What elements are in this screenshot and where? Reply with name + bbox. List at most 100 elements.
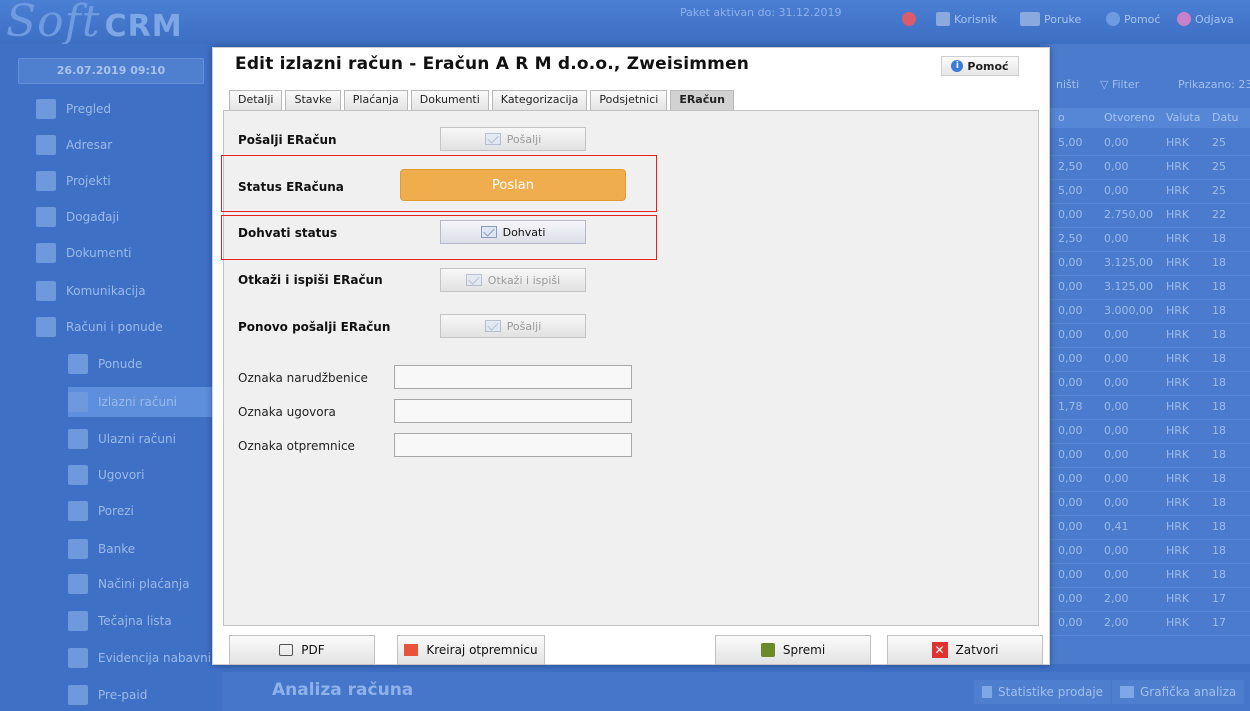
records-icon [68, 648, 88, 668]
table-cell: HRK [1166, 472, 1190, 485]
sales-stats-button[interactable]: Statistike prodaje [974, 680, 1112, 704]
nav-odjava[interactable]: Odjava [1177, 12, 1234, 26]
sidebar-item-racuni[interactable]: Računi i ponude [36, 312, 222, 342]
bank-icon [68, 539, 88, 559]
tab-placanja[interactable]: Plaćanja [343, 90, 408, 110]
tab-detalji[interactable]: Detalji [229, 90, 283, 110]
table-cell: HRK [1166, 136, 1190, 149]
alert-icon[interactable] [902, 12, 916, 26]
payment-icon [68, 574, 88, 594]
tab-eracun[interactable]: ERačun [670, 90, 734, 110]
save-button[interactable]: Spremi [715, 635, 871, 665]
table-row[interactable]: 0,00 0,00 HRK 18 [1040, 468, 1250, 492]
graph-analysis-button[interactable]: Grafička analiza [1112, 680, 1245, 704]
tab-podsjetnici[interactable]: Podsjetnici [590, 90, 668, 110]
table-cell: 0,00 [1104, 496, 1129, 509]
table-cell: 0,00 [1104, 448, 1129, 461]
column-header[interactable]: Datu [1212, 111, 1239, 124]
sidebar-subitem-nacini-placanja[interactable]: Načini plaćanja [68, 569, 222, 599]
sidebar-subitem-tecajna[interactable]: Tečajna lista [68, 606, 222, 636]
send-button[interactable]: Pošalji [440, 127, 586, 151]
table-row[interactable]: 0,00 2,00 HRK 17 [1040, 588, 1250, 612]
order-ref-label: Oznaka narudžbenice [238, 371, 368, 385]
sidebar-item-adresar[interactable]: Adresar [36, 130, 222, 160]
table-cell: 0,00 [1104, 472, 1129, 485]
filter-button[interactable]: ▽ Filter [1100, 78, 1139, 91]
tab-dokumenti[interactable]: Dokumenti [410, 90, 489, 110]
help-button[interactable]: i Pomoć [941, 56, 1019, 76]
table-cell: 18 [1212, 472, 1226, 485]
bar-chart-icon [1120, 686, 1134, 698]
contracts-icon [68, 465, 88, 485]
tab-kategorizacija[interactable]: Kategorizacija [491, 90, 588, 110]
table-row[interactable]: 0,00 2.750,00 HRK 22 [1040, 204, 1250, 228]
table-row[interactable]: 0,00 0,00 HRK 18 [1040, 444, 1250, 468]
table-cell: HRK [1166, 184, 1190, 197]
table-cell: HRK [1166, 448, 1190, 461]
nav-pomoc[interactable]: Pomoć [1106, 12, 1160, 26]
sidebar-item-dogadaji[interactable]: Događaji [36, 202, 222, 232]
column-header[interactable]: Valuta [1166, 111, 1201, 124]
table-row[interactable]: 1,78 0,00 HRK 18 [1040, 396, 1250, 420]
table-cell: 5,00 [1058, 136, 1083, 149]
outgoing-invoice-icon [68, 392, 88, 412]
table-cell: 18 [1212, 448, 1226, 461]
table-row[interactable]: 0,00 0,00 HRK 18 [1040, 348, 1250, 372]
table-row[interactable]: 0,00 0,00 HRK 18 [1040, 324, 1250, 348]
create-delivery-note-button[interactable]: Kreiraj otpremnicu [397, 635, 545, 665]
sidebar-item-komunikacija[interactable]: Komunikacija [36, 276, 222, 306]
sidebar-subitem-banke[interactable]: Banke [68, 534, 222, 564]
table-cell: 0,00 [1104, 232, 1129, 245]
sidebar-subitem-izlazni[interactable]: Izlazni računi [68, 387, 222, 417]
documents-icon [36, 243, 56, 263]
delivery-note-input[interactable] [394, 433, 632, 457]
table-row[interactable]: 2,50 0,00 HRK 18 [1040, 228, 1250, 252]
column-header[interactable]: o [1058, 111, 1065, 124]
send-eracun-label: Pošalji ERačun [238, 133, 337, 147]
table-row[interactable]: 0,00 0,00 HRK 18 [1040, 420, 1250, 444]
sidebar-subitem-ponude[interactable]: Ponude [68, 349, 222, 379]
pdf-button[interactable]: PDF [229, 635, 375, 665]
column-header[interactable]: Otvoreno [1104, 111, 1155, 124]
table-cell: 0,00 [1058, 448, 1083, 461]
sidebar-subitem-evidencija[interactable]: Evidencija nabavnih [68, 643, 222, 673]
table-row[interactable]: 0,00 0,00 HRK 18 [1040, 564, 1250, 588]
close-button[interactable]: ✕ Zatvori [887, 635, 1043, 665]
sidebar-subitem-ugovori[interactable]: Ugovori [68, 460, 222, 490]
list-header: o Otvoreno Valuta Datu [1040, 108, 1250, 128]
table-row[interactable]: 2,50 0,00 HRK 25 [1040, 156, 1250, 180]
table-cell: 18 [1212, 376, 1226, 389]
tab-stavke[interactable]: Stavke [285, 90, 341, 110]
sidebar-subitem-prepaid[interactable]: Pre-paid [68, 680, 222, 710]
table-row[interactable]: 0,00 0,00 HRK 18 [1040, 492, 1250, 516]
nav-korisnik[interactable]: Korisnik [936, 12, 997, 26]
sidebar-item-projekti[interactable]: Projekti [36, 166, 222, 196]
order-ref-input[interactable] [394, 365, 632, 389]
table-row[interactable]: 0,00 0,00 HRK 18 [1040, 372, 1250, 396]
status-eracun-label: Status ERačuna [238, 180, 344, 194]
table-cell: HRK [1166, 304, 1190, 317]
table-row[interactable]: 0,00 0,41 HRK 18 [1040, 516, 1250, 540]
table-cell: HRK [1166, 520, 1190, 533]
resend-button[interactable]: Pošalji [440, 314, 586, 338]
sidebar-subitem-ulazni[interactable]: Ulazni računi [68, 424, 222, 454]
table-row[interactable]: 0,00 3.125,00 HRK 18 [1040, 252, 1250, 276]
app-logo: Soft CRM [6, 0, 183, 47]
top-bar: Soft CRM Paket aktivan do: 31.12.2019 Kor… [0, 0, 1250, 47]
contract-ref-input[interactable] [394, 399, 632, 423]
table-cell: 0,00 [1058, 592, 1083, 605]
fetch-status-button[interactable]: Dohvati [440, 220, 586, 244]
table-cell: 0,00 [1058, 424, 1083, 437]
nav-poruke[interactable]: Poruke [1020, 12, 1081, 26]
table-row[interactable]: 0,00 0,00 HRK 18 [1040, 540, 1250, 564]
table-row[interactable]: 0,00 2,00 HRK 17 [1040, 612, 1250, 636]
sidebar-item-dokumenti[interactable]: Dokumenti [36, 238, 222, 268]
sidebar-subitem-porezi[interactable]: Porezi [68, 496, 222, 526]
cancel-print-button[interactable]: Otkaži i ispiši [440, 268, 586, 292]
table-row[interactable]: 0,00 3.125,00 HRK 18 [1040, 276, 1250, 300]
sidebar-item-pregled[interactable]: Pregled [36, 94, 222, 124]
table-row[interactable]: 5,00 0,00 HRK 25 [1040, 180, 1250, 204]
table-row[interactable]: 0,00 3.000,00 HRK 18 [1040, 300, 1250, 324]
clear-button[interactable]: ništi [1056, 78, 1079, 91]
table-row[interactable]: 5,00 0,00 HRK 25 [1040, 132, 1250, 156]
